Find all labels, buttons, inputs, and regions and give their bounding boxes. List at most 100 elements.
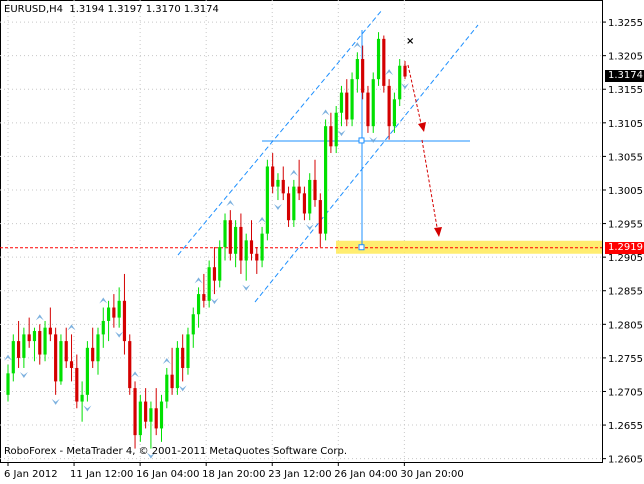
- candle-body: [313, 179, 317, 201]
- candle-body: [376, 38, 381, 80]
- grid: [0, 0, 603, 463]
- fractal-arrow-icon: [258, 216, 267, 223]
- candle-body: [128, 341, 132, 389]
- candle-body: [361, 59, 365, 93]
- time-label: 11 Jan 12:00: [70, 469, 133, 480]
- fractal-arrow-icon: [321, 109, 330, 116]
- chart-header: EURUSD,H4 1.3194 1.3197 1.3170 1.3174: [4, 4, 219, 15]
- candle-body: [149, 408, 153, 422]
- forecast-arrowhead-icon: [434, 227, 442, 237]
- candle-body: [403, 65, 407, 77]
- fractal-arrow-icon: [289, 169, 298, 176]
- candle-body: [260, 233, 264, 261]
- candle-body: [64, 341, 68, 362]
- time-label: 26 Jan 04:00: [334, 469, 397, 480]
- candle-body: [112, 307, 116, 318]
- candle-body: [218, 247, 222, 281]
- price-label: 1.2705: [608, 387, 643, 398]
- candle-body: [122, 300, 127, 342]
- candle-body: [138, 401, 142, 436]
- cross-marker-icon: ×: [406, 36, 414, 47]
- candle-body: [366, 92, 370, 127]
- target-zone: [0, 240, 602, 254]
- candle-body: [96, 334, 100, 362]
- candle-body: [144, 401, 148, 422]
- price-label: 1.2805: [608, 320, 643, 331]
- candle-body: [175, 347, 179, 389]
- price-label: 1.3155: [608, 85, 643, 96]
- candle-body: [324, 126, 328, 234]
- forecast-arrows: ×: [406, 36, 442, 237]
- candle-body: [106, 307, 111, 321]
- candle-body: [48, 327, 52, 335]
- candle-body: [334, 112, 338, 147]
- candle-body: [244, 240, 248, 261]
- candle-body: [239, 226, 243, 261]
- candle-body: [75, 367, 79, 402]
- candle-body: [234, 226, 238, 254]
- plot-frame: [0, 0, 603, 463]
- fractal-arrow-icon: [115, 331, 124, 338]
- candle-body: [398, 65, 402, 100]
- price-label: 1.3205: [608, 52, 643, 63]
- candle-body: [387, 85, 391, 127]
- price-label: 1.3055: [608, 152, 643, 163]
- channel-bottom: [254, 24, 479, 303]
- fractal-arrow-icon: [35, 314, 44, 321]
- price-label: 1.2855: [608, 287, 643, 298]
- candle-body: [297, 186, 301, 194]
- price-label: 1.3255: [608, 18, 643, 29]
- chart-window[interactable]: × 1.3255 1.3205 1.3155 1.3105 1.3055 1.3005 1.…: [0, 0, 644, 480]
- candle-body: [345, 92, 349, 120]
- candle-body: [101, 320, 105, 335]
- target-price-tag: 1.2919: [605, 241, 644, 254]
- candle-body: [69, 361, 74, 368]
- fractal-arrow-icon: [337, 130, 346, 137]
- candle-body: [43, 327, 47, 355]
- price-label: 1.2905: [608, 253, 643, 264]
- fractal-arrow-icon: [273, 204, 282, 211]
- candle-body: [276, 179, 280, 187]
- price-label: 1.2955: [608, 220, 643, 231]
- fractal-arrow-icon: [178, 385, 187, 392]
- candle-body: [249, 240, 254, 254]
- candle-body: [196, 294, 201, 315]
- candle-body: [32, 331, 37, 342]
- candle-body: [207, 267, 211, 301]
- candle-body: [6, 373, 10, 395]
- candle-body: [159, 401, 164, 429]
- fractal-arrow-icon: [67, 324, 76, 331]
- current-price-tag: 1.3174: [605, 70, 644, 83]
- candle-body: [392, 99, 397, 127]
- candle-body: [133, 388, 137, 436]
- fractal-arrow-icon: [162, 357, 171, 364]
- price-chart[interactable]: × 1.3255 1.3205 1.3155 1.3105 1.3055 1.3005 1.…: [0, 0, 644, 480]
- price-label: 1.2755: [608, 354, 643, 365]
- fractal-arrow-icon: [385, 69, 394, 76]
- fractal-arrow-icon: [401, 83, 409, 90]
- time-label: 6 Jan 2012: [4, 469, 58, 480]
- forecast-arrow-2: [421, 139, 439, 234]
- candle-body: [80, 394, 84, 402]
- candle-body: [165, 374, 169, 402]
- fractal-arrow-icon: [83, 405, 92, 412]
- candle-body: [11, 341, 15, 374]
- candle-body: [371, 79, 375, 127]
- candle-body: [181, 347, 185, 368]
- level-handle: [358, 137, 365, 144]
- price-label: 1.3005: [608, 186, 643, 197]
- fractal-arrow-icon: [194, 277, 203, 284]
- time-label: 16 Jan 04:00: [136, 469, 199, 480]
- candle-body: [91, 347, 95, 362]
- candle-body: [271, 166, 275, 187]
- candle-body: [318, 200, 322, 234]
- candle-body: [350, 79, 354, 120]
- candle-body: [228, 220, 232, 254]
- candle-body: [191, 314, 195, 335]
- forecast-arrowhead-icon: [418, 122, 426, 132]
- fractal-arrow-icon: [19, 371, 28, 378]
- time-label: 30 Jan 20:00: [400, 469, 463, 480]
- candle-body: [308, 179, 312, 214]
- time-label: 18 Jan 20:00: [202, 469, 265, 480]
- candle-body: [286, 193, 291, 221]
